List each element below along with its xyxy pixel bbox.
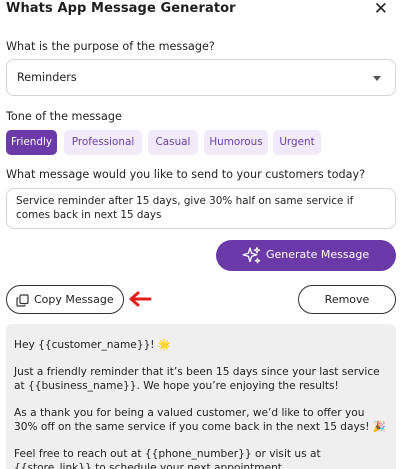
remove-button[interactable]: Remove — [298, 285, 396, 314]
purpose-selected-value: Reminders — [17, 71, 77, 84]
generated-message-output: Hey {{customer_name}}! 🌟 Just a friendly… — [6, 324, 396, 469]
arrow-left-icon — [129, 291, 152, 307]
close-icon[interactable]: ✕ — [374, 0, 388, 19]
purpose-label: What is the purpose of the message? — [6, 40, 215, 53]
tone-option-casual[interactable]: Casual — [148, 130, 198, 155]
output-paragraph: Feel free to reach out at {{phone_number… — [14, 448, 321, 469]
remove-label: Remove — [324, 293, 370, 306]
tone-option-professional[interactable]: Professional — [64, 130, 142, 155]
message-input[interactable]: Service reminder after 15 days, give 30%… — [6, 188, 396, 229]
dialog-title: Whats App Message Generator — [6, 1, 236, 16]
chevron-down-icon — [373, 76, 381, 81]
tone-option-friendly[interactable]: Friendly — [6, 130, 57, 155]
output-paragraph: Hey {{customer_name}}! 🌟 — [14, 339, 172, 351]
sparkles-icon — [242, 246, 261, 264]
output-paragraph: As a thank you for being a valued custom… — [14, 407, 387, 433]
generate-message-label: Generate Message — [266, 248, 370, 261]
copy-message-button[interactable]: Copy Message — [6, 285, 124, 314]
tone-option-urgent[interactable]: Urgent — [273, 130, 321, 155]
output-paragraph: Just a friendly reminder that it’s been … — [14, 366, 380, 392]
copy-message-label: Copy Message — [34, 293, 114, 306]
copy-icon — [16, 294, 29, 307]
tone-label: Tone of the message — [6, 110, 122, 123]
purpose-select[interactable]: Reminders — [6, 59, 396, 96]
message-input-label: What message would you like to send to y… — [6, 168, 366, 181]
tone-option-humorous[interactable]: Humorous — [204, 130, 268, 155]
generate-message-button[interactable]: Generate Message — [216, 240, 396, 271]
dialog-header: Whats App Message Generator ✕ — [6, 0, 396, 22]
